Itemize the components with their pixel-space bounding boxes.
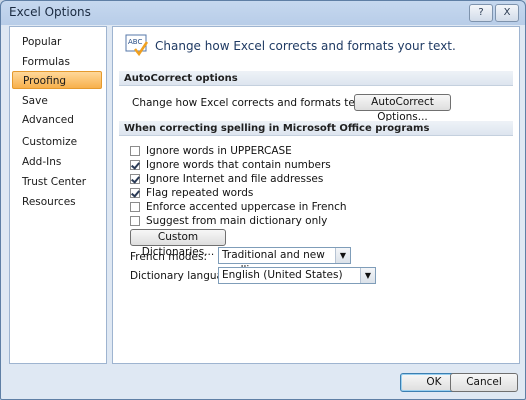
close-button[interactable]: X xyxy=(495,4,519,22)
dictionary-language-select[interactable]: English (United States) ▼ xyxy=(218,267,376,284)
option-label: Suggest from main dictionary only xyxy=(146,215,328,227)
title-bar[interactable]: Excel Options ? X xyxy=(1,1,525,23)
checkbox[interactable] xyxy=(130,146,140,156)
sidebar-item-advanced[interactable]: Advanced xyxy=(12,111,102,129)
option-label: Ignore Internet and file addresses xyxy=(146,173,324,185)
sidebar-item-resources[interactable]: Resources xyxy=(12,193,102,211)
option-label: Ignore words that contain numbers xyxy=(146,159,331,171)
option-ignore-uppercase[interactable]: Ignore words in UPPERCASE xyxy=(130,144,292,158)
dictionary-language-value: English (United States) xyxy=(222,269,343,281)
page-title: Change how Excel corrects and formats yo… xyxy=(155,39,456,53)
sidebar-item-add-ins[interactable]: Add-Ins xyxy=(12,153,102,171)
help-button[interactable]: ? xyxy=(469,4,493,22)
option-accented-french[interactable]: Enforce accented uppercase in French xyxy=(130,200,347,214)
option-main-dictionary[interactable]: Suggest from main dictionary only xyxy=(130,214,327,228)
title-buttons: ? X xyxy=(469,4,519,22)
checkbox[interactable] xyxy=(130,202,140,212)
sidebar-nav: Popular Formulas Proofing Save Advanced … xyxy=(9,26,107,364)
sidebar-item-customize[interactable]: Customize xyxy=(12,133,102,151)
cancel-button[interactable]: Cancel xyxy=(450,373,518,392)
autocorrect-section-header: AutoCorrect options xyxy=(119,71,513,86)
abc-icon-text: ABC xyxy=(128,38,142,46)
checkbox[interactable] xyxy=(130,216,140,226)
custom-dictionaries-button[interactable]: Custom Dictionaries... xyxy=(130,229,226,258)
proofing-panel: ABC Change how Excel corrects and format… xyxy=(112,26,520,364)
sidebar-item-popular[interactable]: Popular xyxy=(12,33,102,51)
checkbox[interactable] xyxy=(130,160,140,170)
dropdown-arrow-icon[interactable]: ▼ xyxy=(360,268,375,283)
sidebar-item-trust-center[interactable]: Trust Center xyxy=(12,173,102,191)
window-title: Excel Options xyxy=(9,5,91,19)
option-label: Ignore words in UPPERCASE xyxy=(146,145,292,157)
option-ignore-internet[interactable]: Ignore Internet and file addresses xyxy=(130,172,323,186)
option-label: Flag repeated words xyxy=(146,187,254,199)
option-label: Enforce accented uppercase in French xyxy=(146,201,347,213)
french-modes-select[interactable]: Traditional and new spellings ▼ xyxy=(218,247,351,276)
french-modes-label: French modes: xyxy=(130,251,208,263)
checkbox[interactable] xyxy=(130,174,140,184)
sidebar-item-formulas[interactable]: Formulas xyxy=(12,53,102,71)
checkbox[interactable] xyxy=(130,188,140,198)
spelling-section-header: When correcting spelling in Microsoft Of… xyxy=(119,121,513,136)
sidebar-item-save[interactable]: Save xyxy=(12,92,102,110)
options-window: Excel Options ? X Popular Formulas Proof… xyxy=(0,0,526,400)
sidebar-item-proofing[interactable]: Proofing xyxy=(12,71,102,89)
autocorrect-options-button[interactable]: AutoCorrect Options... xyxy=(354,94,451,123)
option-ignore-numbers[interactable]: Ignore words that contain numbers xyxy=(130,158,331,172)
option-flag-repeated[interactable]: Flag repeated words xyxy=(130,186,253,200)
abc-check-icon: ABC xyxy=(125,34,149,57)
dropdown-arrow-icon[interactable]: ▼ xyxy=(335,248,350,263)
